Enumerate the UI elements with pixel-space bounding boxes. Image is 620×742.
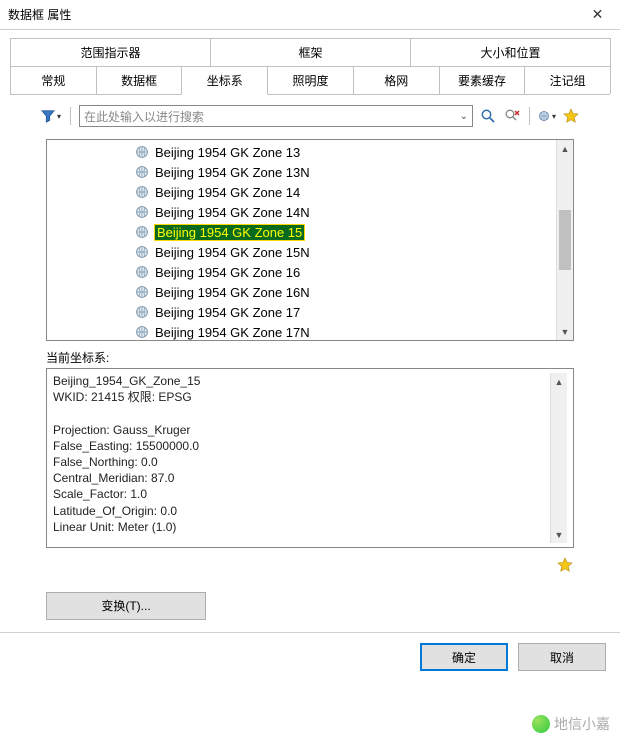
crs-item-label: Beijing 1954 GK Zone 15N — [155, 245, 310, 260]
tab-坐标系[interactable]: 坐标系 — [181, 66, 268, 95]
crs-list: Beijing 1954 GK Zone 13 Beijing 1954 GK Z… — [46, 139, 574, 341]
globe-icon — [135, 185, 149, 199]
crs-details: Beijing_1954_GK_Zone_15 WKID: 21415 权限: … — [46, 368, 574, 548]
close-icon: ✕ — [592, 6, 604, 23]
globe-icon — [135, 285, 149, 299]
scrollbar[interactable]: ▲ ▼ — [550, 373, 567, 543]
globe-icon — [135, 165, 149, 179]
crs-item-label: Beijing 1954 GK Zone 13 — [155, 145, 300, 160]
crs-item[interactable]: Beijing 1954 GK Zone 15N — [47, 242, 556, 262]
toolbar-divider — [70, 107, 71, 125]
current-crs-label: 当前坐标系: — [46, 349, 574, 366]
chevron-down-icon: ▾ — [552, 112, 556, 121]
crs-item[interactable]: Beijing 1954 GK Zone 13 — [47, 142, 556, 162]
crs-item-label: Beijing 1954 GK Zone 16 — [155, 265, 300, 280]
cancel-button[interactable]: 取消 — [518, 643, 606, 671]
crs-item-label: Beijing 1954 GK Zone 14 — [155, 185, 300, 200]
magnifier-clear-icon — [504, 108, 520, 124]
crs-item-label: Beijing 1954 GK Zone 15 — [155, 225, 304, 240]
globe-icon — [135, 225, 149, 239]
globe-icon — [135, 325, 149, 339]
scroll-thumb[interactable] — [559, 210, 571, 270]
scroll-up-icon[interactable]: ▲ — [551, 373, 567, 390]
clear-search-button[interactable] — [503, 107, 521, 125]
close-button[interactable]: ✕ — [575, 0, 620, 30]
tab-常规[interactable]: 常规 — [10, 66, 97, 94]
globe-icon — [135, 245, 149, 259]
crs-item[interactable]: Beijing 1954 GK Zone 14 — [47, 182, 556, 202]
globe-icon — [135, 265, 149, 279]
scroll-down-icon[interactable]: ▼ — [551, 526, 567, 543]
globe-menu-button[interactable]: ▾ — [538, 107, 556, 125]
globe-icon — [135, 305, 149, 319]
globe-icon — [135, 205, 149, 219]
tab-数据框[interactable]: 数据框 — [96, 66, 183, 94]
tab-范围指示器[interactable]: 范围指示器 — [10, 38, 211, 66]
crs-item[interactable]: Beijing 1954 GK Zone 13N — [47, 162, 556, 182]
tab-大小和位置[interactable]: 大小和位置 — [410, 38, 611, 66]
crs-item-label: Beijing 1954 GK Zone 17N — [155, 325, 310, 340]
ok-button[interactable]: 确定 — [420, 643, 508, 671]
favorite-button[interactable] — [562, 107, 580, 125]
search-button[interactable] — [479, 107, 497, 125]
crs-details-text: Beijing_1954_GK_Zone_15 WKID: 21415 权限: … — [53, 373, 550, 543]
scroll-down-icon[interactable]: ▼ — [557, 323, 573, 340]
star-icon — [563, 108, 579, 124]
globe-icon — [135, 145, 149, 159]
scrollbar[interactable]: ▲ ▼ — [556, 140, 573, 340]
crs-item[interactable]: Beijing 1954 GK Zone 17N — [47, 322, 556, 340]
watermark: 地信小嘉 — [532, 714, 610, 734]
wechat-icon — [532, 715, 550, 733]
toolbar-divider — [529, 107, 530, 125]
crs-item[interactable]: Beijing 1954 GK Zone 16 — [47, 262, 556, 282]
tab-框架[interactable]: 框架 — [210, 38, 411, 66]
globe-icon — [538, 108, 550, 124]
magnifier-icon — [480, 108, 496, 124]
tab-注记组[interactable]: 注记组 — [524, 66, 611, 94]
crs-item[interactable]: Beijing 1954 GK Zone 15 — [47, 222, 556, 242]
chevron-down-icon: ▾ — [57, 112, 61, 121]
crs-item[interactable]: Beijing 1954 GK Zone 17 — [47, 302, 556, 322]
favorite-crs-button[interactable] — [556, 556, 574, 574]
search-input[interactable]: 在此处输入以进行搜索 ⌄ — [79, 105, 473, 127]
crs-item[interactable]: Beijing 1954 GK Zone 16N — [47, 282, 556, 302]
tab-照明度[interactable]: 照明度 — [267, 66, 354, 94]
crs-item-label: Beijing 1954 GK Zone 13N — [155, 165, 310, 180]
chevron-down-icon: ⌄ — [460, 111, 468, 122]
crs-item-label: Beijing 1954 GK Zone 17 — [155, 305, 300, 320]
scroll-up-icon[interactable]: ▲ — [557, 140, 573, 157]
crs-item-label: Beijing 1954 GK Zone 16N — [155, 285, 310, 300]
tab-格网[interactable]: 格网 — [353, 66, 440, 94]
star-icon — [557, 557, 573, 573]
transform-button[interactable]: 变换(T)... — [46, 592, 206, 620]
filter-button[interactable]: ▾ — [40, 106, 62, 126]
crs-item-label: Beijing 1954 GK Zone 14N — [155, 205, 310, 220]
tab-要素缓存[interactable]: 要素缓存 — [439, 66, 526, 94]
funnel-icon — [41, 109, 55, 123]
search-placeholder: 在此处输入以进行搜索 — [84, 108, 204, 125]
crs-item[interactable]: Beijing 1954 GK Zone 14N — [47, 202, 556, 222]
window-title: 数据框 属性 — [8, 6, 71, 23]
